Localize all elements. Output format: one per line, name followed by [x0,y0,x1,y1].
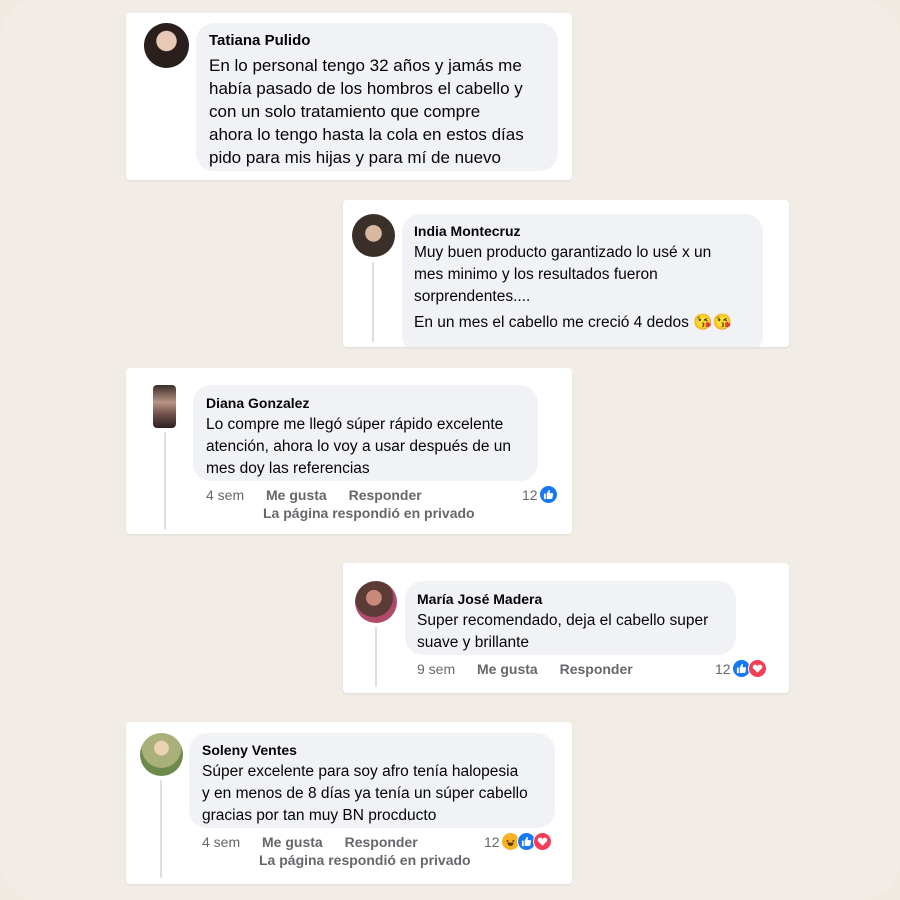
commenter-name[interactable]: India Montecruz [414,223,521,239]
avatar[interactable] [352,214,395,257]
comment-text: Super recomendado, deja el cabello super… [417,612,709,651]
reply-button[interactable]: Responder [560,661,633,677]
thread-line [375,627,377,687]
comment-card-3: Diana Gonzalez Lo compre me llegó súper … [126,368,572,534]
reactions-summary[interactable]: 12 [522,485,558,504]
comment-text: Súper excelente para soy afro tenía halo… [202,763,528,824]
like-button[interactable]: Me gusta [477,661,538,677]
comment-text-second-paragraph: En un mes el cabello me creció 4 dedos 😘… [414,314,732,331]
comment-card-2: India Montecruz Muy buen producto garant… [343,200,789,347]
like-icon [538,485,558,504]
comment-bubble: Soleny Ventes Súper excelente para soy a… [189,733,555,828]
comment-actions: 9 sem Me gusta Responder [417,661,651,677]
reply-button[interactable]: Responder [349,487,422,503]
avatar[interactable] [140,733,183,776]
thread-line [160,780,162,878]
commenter-name[interactable]: Diana Gonzalez [206,395,309,411]
comment-bubble: María José Madera Super recomendado, dej… [405,581,736,655]
comment-bubble: Diana Gonzalez Lo compre me llegó súper … [193,385,538,481]
avatar[interactable] [153,385,176,428]
avatar[interactable] [355,581,397,623]
comment-text: Muy buen producto garantizado lo usé x u… [414,244,712,305]
like-button[interactable]: Me gusta [262,834,323,850]
love-icon [532,832,552,851]
thread-line [372,262,374,342]
reply-button[interactable]: Responder [345,834,418,850]
comment-text: En lo personal tengo 32 años y jamás me … [209,56,524,167]
avatar[interactable] [144,23,189,68]
commenter-name[interactable]: Tatiana Pulido [209,32,310,49]
comment-actions: 4 sem Me gusta Responder [206,487,440,503]
love-icon [747,659,767,678]
comment-timestamp[interactable]: 9 sem [417,661,455,677]
like-button[interactable]: Me gusta [266,487,327,503]
comment-actions: 4 sem Me gusta Responder [202,834,436,850]
comment-timestamp[interactable]: 4 sem [202,834,240,850]
comment-timestamp[interactable]: 4 sem [206,487,244,503]
reactions-summary[interactable]: 12 [484,832,552,851]
commenter-name[interactable]: Soleny Ventes [202,742,297,758]
reaction-count: 12 [522,486,538,503]
reaction-count: 12 [484,833,500,850]
reaction-count: 12 [715,660,731,677]
comment-card-4: María José Madera Super recomendado, dej… [343,563,789,693]
reactions-summary[interactable]: 12 [715,659,767,678]
comment-card-1: Tatiana Pulido En lo personal tengo 32 a… [126,13,572,180]
thread-line [164,432,166,530]
comment-bubble: India Montecruz Muy buen producto garant… [402,214,763,347]
private-reply-note[interactable]: La página respondió en privado [263,505,475,521]
private-reply-note[interactable]: La página respondió en privado [259,852,471,868]
comment-text: Lo compre me llegó súper rápido excelent… [206,416,512,477]
comment-bubble: Tatiana Pulido En lo personal tengo 32 a… [196,23,558,171]
commenter-name[interactable]: María José Madera [417,591,542,607]
comment-card-5: Soleny Ventes Súper excelente para soy a… [126,722,572,884]
